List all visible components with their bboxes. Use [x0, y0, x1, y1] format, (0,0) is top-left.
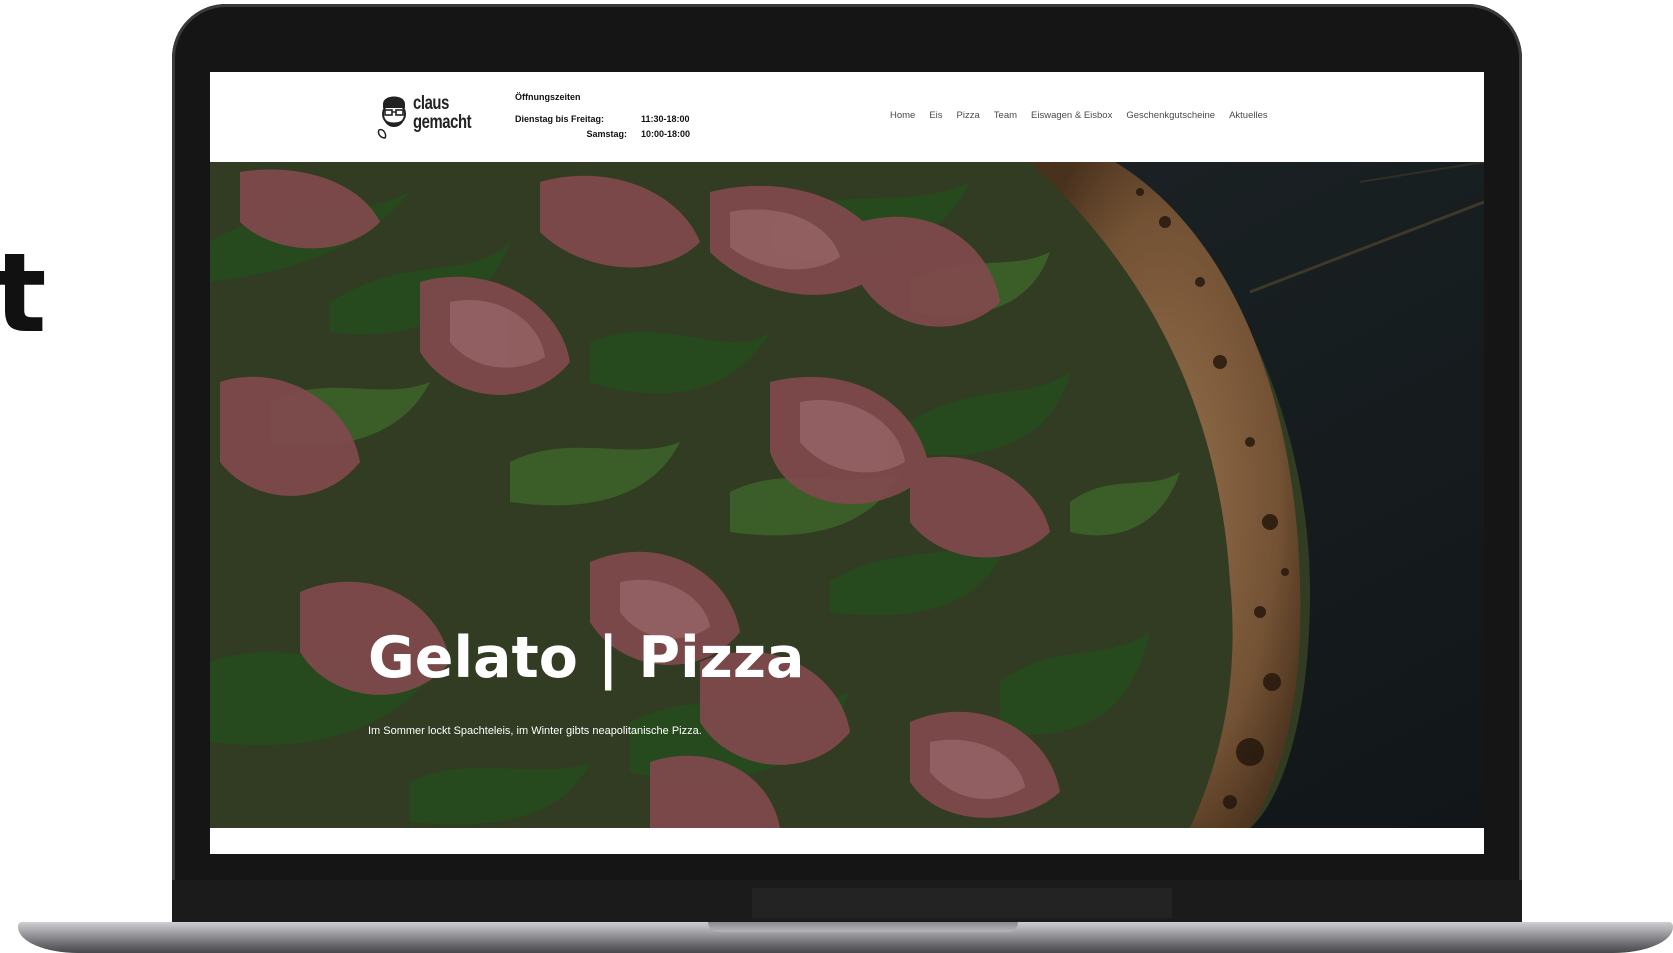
- logo-line-1: claus: [413, 93, 449, 114]
- opening-hours-row: Dienstag bis Freitag: 11:30-18:00: [515, 111, 690, 126]
- nav-item-eis[interactable]: Eis: [929, 110, 942, 121]
- laptop-notch: [708, 922, 1018, 932]
- main-nav: Home Eis Pizza Team Eiswagen & Eisbox Ge…: [890, 110, 1268, 121]
- opening-hours-day: Samstag:: [586, 128, 627, 139]
- opening-hours-title: Öffnungszeiten: [515, 92, 581, 102]
- opening-hours-day: Dienstag bis Freitag:: [515, 113, 605, 124]
- mockup-stage: t claus gemacht Öffnungszeiten Dienstag …: [0, 0, 1673, 953]
- logo-line-2: gemacht: [413, 112, 472, 133]
- cropped-heading-fragment: t: [0, 229, 47, 357]
- hero-subtitle: Im Sommer lockt Spachteleis, im Winter g…: [368, 725, 702, 737]
- opening-hours: Öffnungszeiten Dienstag bis Freitag: 11:…: [515, 92, 690, 141]
- bearded-face-icon: [377, 96, 406, 139]
- laptop-screen: claus gemacht Öffnungszeiten Dienstag bi…: [210, 72, 1484, 854]
- nav-item-eiswagen[interactable]: Eiswagen & Eisbox: [1031, 110, 1112, 121]
- logo-wordmark: claus gemacht: [413, 93, 472, 133]
- opening-hours-row: Samstag: 10:00-18:00: [515, 126, 690, 141]
- nav-item-home[interactable]: Home: [890, 110, 915, 121]
- content-area: [210, 828, 1484, 854]
- site-logo[interactable]: claus gemacht: [375, 90, 485, 146]
- hero-banner: Gelato | Pizza Im Sommer lockt Spachtele…: [210, 162, 1484, 828]
- laptop-base: [18, 922, 1673, 953]
- opening-hours-time: 10:00-18:00: [641, 128, 691, 139]
- opening-hours-time: 11:30-18:00: [641, 113, 690, 124]
- site-header: claus gemacht Öffnungszeiten Dienstag bi…: [210, 72, 1484, 162]
- nav-item-geschenkgutscheine[interactable]: Geschenkgutscheine: [1126, 110, 1215, 121]
- hero-title: Gelato | Pizza: [368, 625, 805, 691]
- laptop-hinge: [172, 880, 1522, 924]
- nav-item-pizza[interactable]: Pizza: [957, 110, 980, 121]
- nav-item-aktuelles[interactable]: Aktuelles: [1229, 110, 1268, 121]
- nav-item-team[interactable]: Team: [994, 110, 1017, 121]
